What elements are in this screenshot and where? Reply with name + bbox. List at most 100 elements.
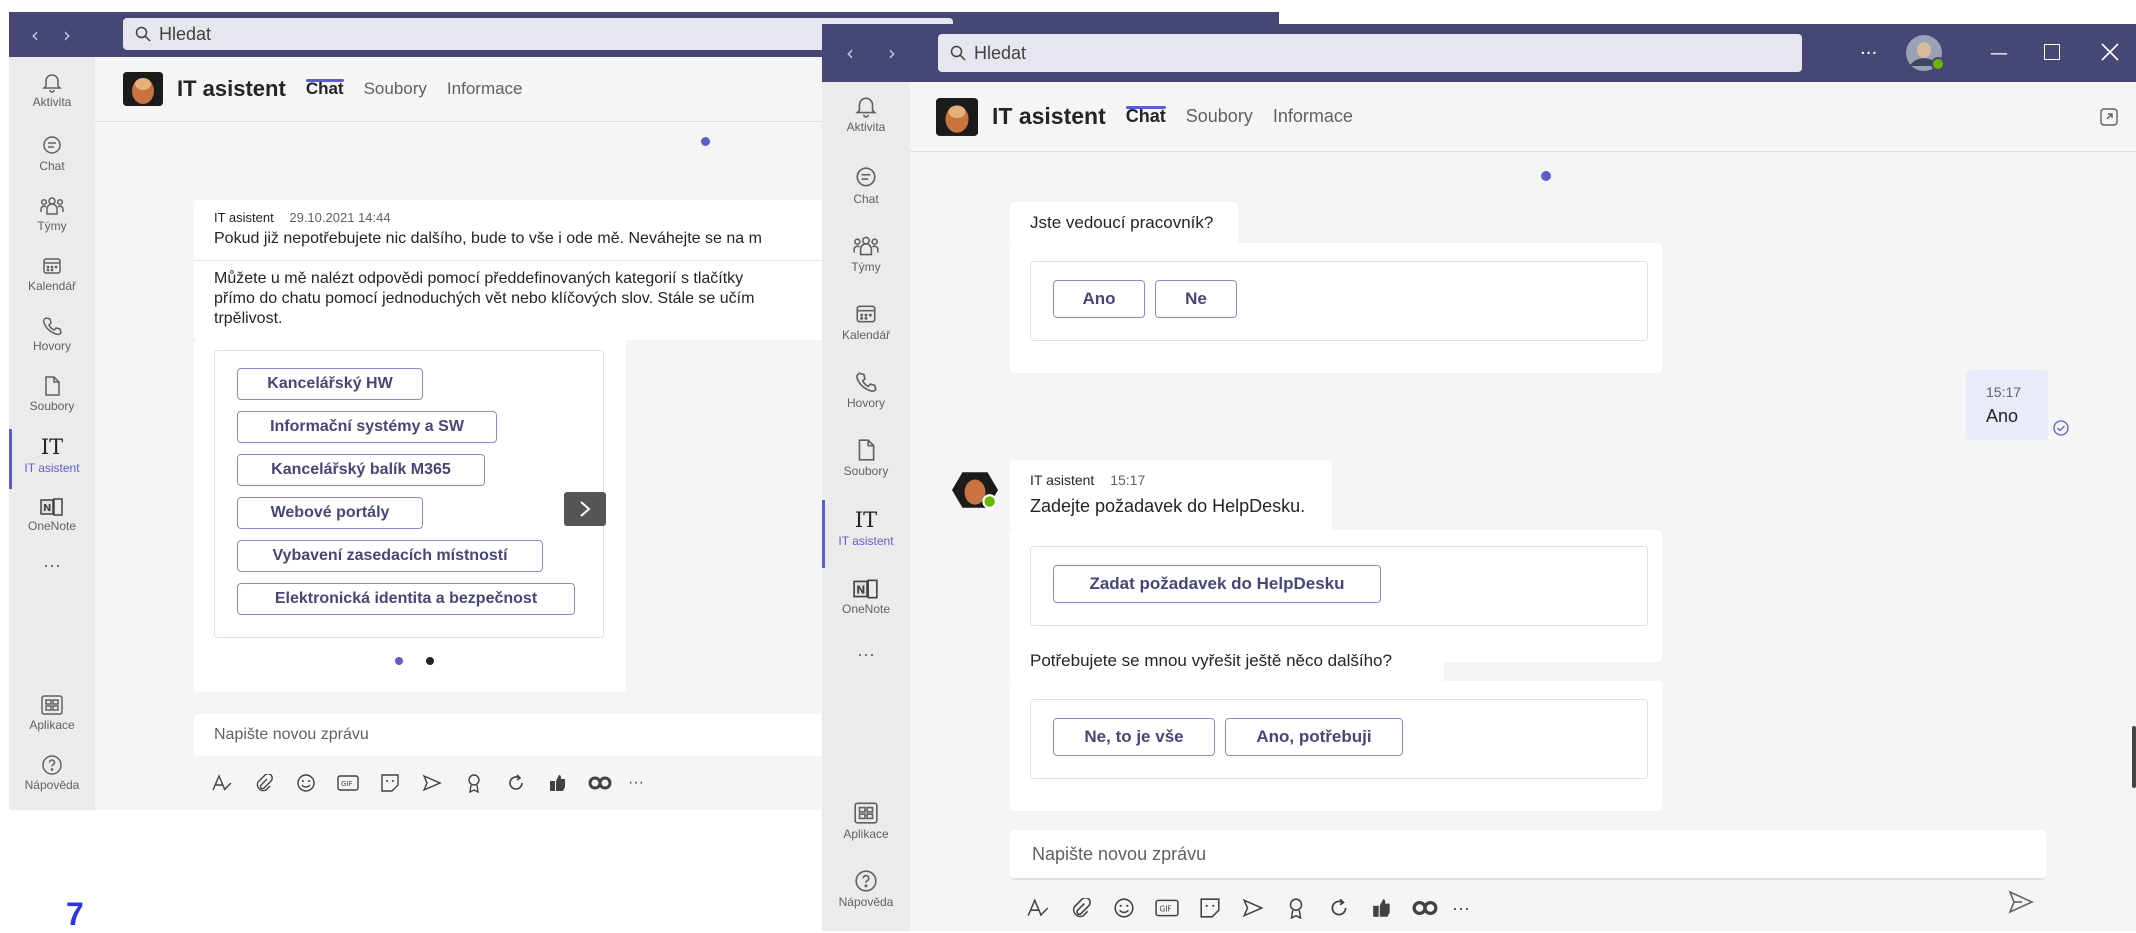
no-button[interactable]: Ne — [1155, 280, 1237, 318]
compose-placeholder: Napište novou zprávu — [1032, 843, 1207, 864]
forward-arrow-icon[interactable]: › — [876, 41, 908, 65]
tab-info[interactable]: Informace — [1273, 106, 1353, 127]
rail-label: OneNote — [27, 519, 77, 533]
praise-icon[interactable] — [453, 773, 495, 793]
tab-chat[interactable]: Chat — [1125, 106, 1166, 127]
carousel-next-button[interactable] — [564, 492, 606, 526]
helpdesk-request-button[interactable]: Zadat požadavek do HelpDesku — [1053, 565, 1381, 603]
rail-label: Týmy — [37, 219, 67, 233]
category-card: Kancelářský HW Informační systémy a SW K… — [214, 350, 604, 638]
rail-item-activity[interactable]: Aktivita — [822, 92, 910, 160]
tab-files[interactable]: Soubory — [1186, 106, 1253, 127]
rail-item-files[interactable]: Soubory — [9, 369, 95, 429]
sticker-icon[interactable] — [369, 773, 411, 793]
send-icon[interactable] — [2008, 890, 2034, 919]
rail-label: Aktivita — [32, 95, 72, 109]
rail-item-onenote[interactable]: N OneNote — [822, 568, 910, 636]
viva-icon[interactable] — [579, 775, 621, 791]
gif-icon[interactable]: GIF — [1145, 899, 1188, 917]
viva-icon[interactable] — [1403, 899, 1446, 917]
yes-need-more-button[interactable]: Ano, potřebuji — [1225, 718, 1403, 756]
apps-icon — [41, 695, 63, 715]
rail-item-chat[interactable]: Chat — [822, 160, 910, 228]
category-button[interactable]: Kancelářský balík M365 — [237, 454, 485, 486]
compose-toolbar: GIF ··· — [201, 768, 651, 798]
message-compose-input[interactable]: Napište novou zprávu — [1010, 830, 2046, 880]
category-button[interactable]: Webové portály — [237, 497, 423, 529]
page-title: IT asistent — [177, 76, 286, 101]
search-input[interactable]: Hledat — [938, 34, 1802, 72]
format-icon[interactable] — [1016, 898, 1059, 918]
meet-now-icon[interactable] — [1231, 898, 1274, 918]
category-button[interactable]: Informační systémy a SW — [237, 411, 497, 443]
loading-dot — [701, 137, 710, 146]
front-teams-window: ‹ › ··· — Hledat Aktivita Chat Týmy Kale — [822, 24, 2136, 931]
rail-item-calendar[interactable]: Kalendář — [9, 249, 95, 309]
rail-item-apps[interactable]: Aplikace — [9, 690, 95, 750]
rail-more-button[interactable]: ··· — [9, 549, 95, 589]
close-icon[interactable] — [2100, 42, 2120, 67]
tab-chat[interactable]: Chat — [305, 79, 344, 99]
rail-item-help[interactable]: Nápověda — [822, 865, 910, 931]
rail-item-calls[interactable]: Hovory — [822, 364, 910, 432]
page-number: 7 — [66, 896, 84, 932]
tab-info[interactable]: Informace — [447, 79, 523, 99]
compose-toolbar: GIF ··· — [1016, 892, 1476, 924]
meet-now-icon[interactable] — [411, 774, 453, 792]
carousel-dot[interactable] — [426, 657, 434, 665]
emoji-icon[interactable] — [1102, 897, 1145, 919]
bell-icon — [42, 74, 62, 93]
sticker-icon[interactable] — [1188, 897, 1231, 919]
rail-label: Nápověda — [838, 895, 894, 909]
attach-icon[interactable] — [243, 774, 285, 792]
rail-item-calendar[interactable]: Kalendář — [822, 296, 910, 364]
format-icon[interactable] — [201, 774, 243, 792]
category-button[interactable]: Elektronická identita a bezpečnost — [237, 583, 575, 615]
it-assistant-icon: IT — [40, 435, 64, 459]
approvals-icon[interactable] — [537, 773, 579, 793]
yes-button[interactable]: Ano — [1053, 280, 1145, 318]
question-text: Potřebujete se mnou vyřešit ještě něco d… — [1030, 651, 1392, 670]
emoji-icon[interactable] — [285, 773, 327, 793]
rail-item-calls[interactable]: Hovory — [9, 309, 95, 369]
back-arrow-icon[interactable]: ‹ — [834, 41, 866, 65]
forward-arrow-icon[interactable]: › — [51, 23, 83, 47]
more-options-icon[interactable]: ··· — [621, 774, 651, 792]
rail-item-apps[interactable]: Aplikace — [822, 797, 910, 865]
rail-item-help[interactable]: Nápověda — [9, 750, 95, 810]
minimize-icon[interactable]: — — [1990, 43, 2008, 64]
more-options-icon[interactable]: ··· — [1860, 43, 1877, 64]
approvals-icon[interactable] — [1360, 897, 1403, 919]
rail-item-files[interactable]: Soubory — [822, 432, 910, 500]
rail-item-teams[interactable]: Týmy — [822, 228, 910, 296]
rail-more-button[interactable]: ··· — [822, 636, 910, 680]
help-icon — [855, 870, 877, 892]
no-thats-all-button[interactable]: Ne, to je vše — [1053, 718, 1215, 756]
user-avatar[interactable] — [1904, 34, 1946, 72]
category-button[interactable]: Vybavení zasedacích místností — [237, 540, 543, 572]
rail-label: Hovory — [846, 396, 885, 410]
popout-icon[interactable] — [2100, 108, 2118, 131]
category-button[interactable]: Kancelářský HW — [237, 368, 423, 400]
tab-files[interactable]: Soubory — [364, 79, 427, 99]
rail-item-onenote[interactable]: N OneNote — [9, 489, 95, 549]
onenote-icon: N — [40, 498, 63, 516]
rail-item-activity[interactable]: Aktivita — [9, 69, 95, 129]
loop-icon[interactable] — [495, 773, 537, 793]
loop-icon[interactable] — [1317, 897, 1360, 919]
gif-icon[interactable]: GIF — [327, 775, 369, 791]
attach-icon[interactable] — [1059, 898, 1102, 918]
maximize-icon[interactable] — [2044, 44, 2060, 60]
rail-item-teams[interactable]: Týmy — [9, 189, 95, 249]
praise-icon[interactable] — [1274, 897, 1317, 919]
carousel-dot-active[interactable] — [395, 657, 403, 665]
rail-item-it-assistant[interactable]: IT IT asistent — [9, 429, 95, 489]
back-arrow-icon[interactable]: ‹ — [19, 23, 51, 47]
choice-card: Ano Ne — [1030, 261, 1648, 341]
scrollbar[interactable] — [2132, 726, 2136, 788]
page-title: IT asistent — [992, 103, 1106, 129]
more-options-icon[interactable]: ··· — [1446, 898, 1476, 919]
rail-item-chat[interactable]: Chat — [9, 129, 95, 189]
rail-item-it-assistant[interactable]: IT IT asistent — [822, 500, 910, 568]
more-icon: ··· — [43, 555, 61, 575]
